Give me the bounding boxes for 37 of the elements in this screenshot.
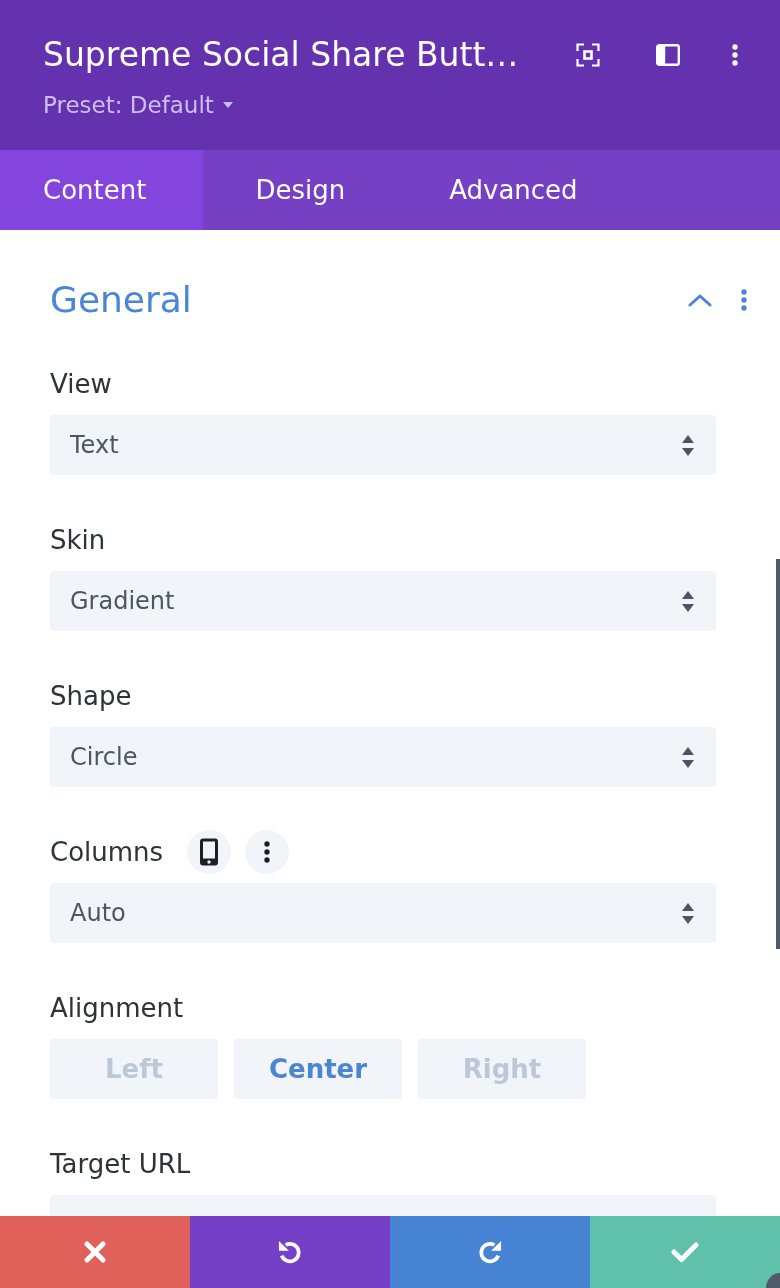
section-title: General (50, 278, 192, 322)
updown-arrows-icon (682, 590, 694, 612)
updown-arrows-icon (682, 434, 694, 456)
alignment-option[interactable]: Center (234, 1039, 402, 1099)
field-label: Alignment (50, 993, 184, 1023)
redo-icon (476, 1238, 504, 1266)
kebab-menu-icon[interactable] (732, 44, 738, 66)
field-label: Shape (50, 681, 132, 711)
select-field[interactable]: Gradient (50, 571, 716, 631)
scrollbar-thumb[interactable] (776, 559, 780, 949)
options-button[interactable] (245, 830, 290, 874)
field-label: Skin (50, 525, 106, 555)
tab[interactable]: Design (203, 150, 398, 230)
close-icon (83, 1240, 107, 1264)
phone-icon (199, 838, 220, 866)
updown-arrows-icon (682, 746, 694, 768)
select-field[interactable] (50, 1195, 716, 1216)
field-label: Target URL (50, 1149, 191, 1179)
undo-icon (276, 1238, 304, 1266)
tab[interactable]: Advanced (397, 150, 630, 230)
caret-icon (222, 102, 233, 108)
select-field[interactable]: Circle (50, 727, 716, 787)
kebab-menu-icon (264, 841, 271, 863)
layout-icon[interactable] (656, 44, 680, 66)
select-field[interactable]: Auto (50, 883, 716, 943)
module-title: Supreme Social Share Butt… (43, 35, 519, 75)
updown-arrows-icon (682, 902, 694, 924)
check-icon (671, 1241, 699, 1263)
tab[interactable]: Content (0, 150, 204, 230)
fullscreen-icon[interactable] (576, 43, 600, 67)
responsive-toggle[interactable] (187, 830, 232, 874)
field-label: View (50, 369, 112, 399)
kebab-menu-icon[interactable] (741, 289, 747, 311)
select-field[interactable]: Text (50, 415, 716, 475)
field-label: Columns (50, 837, 164, 867)
preset-dropdown[interactable]: Preset: Default (43, 90, 233, 120)
chevron-icon[interactable] (688, 293, 712, 307)
